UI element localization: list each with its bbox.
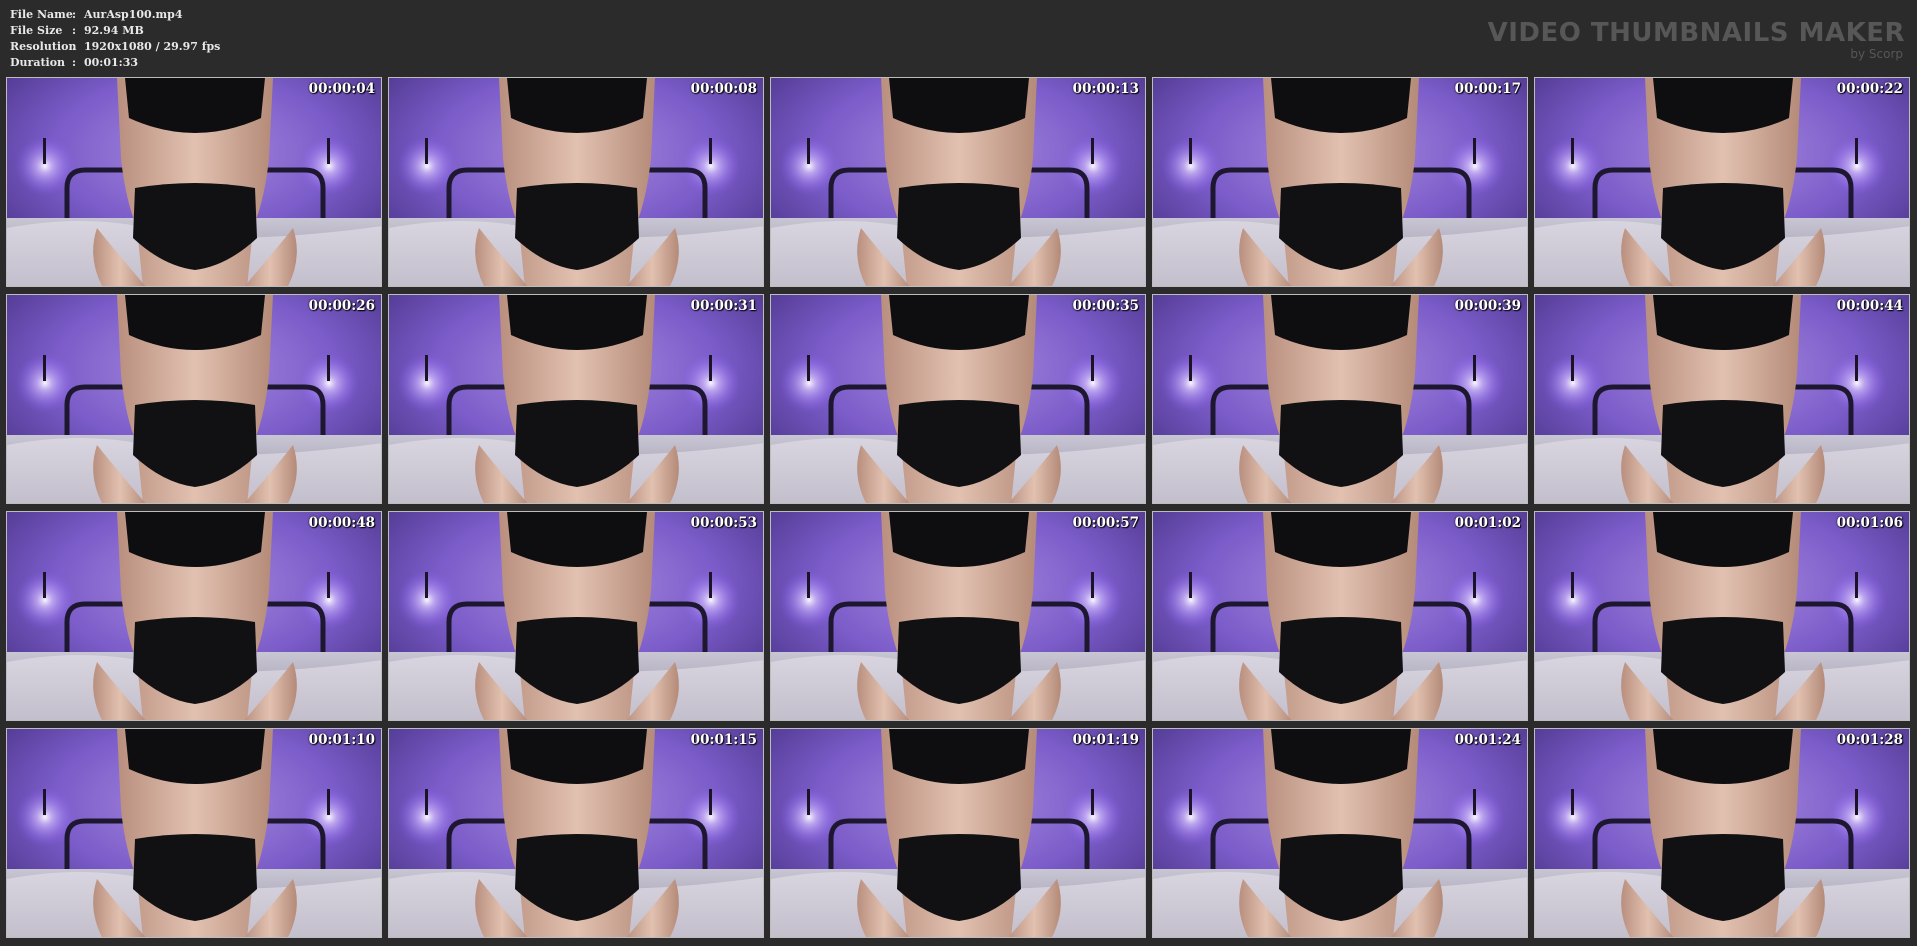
thumbnail-timestamp: 00:00:04 <box>308 81 375 97</box>
brand-watermark: VIDEO THUMBNAILS MAKER by Scorp <box>1488 18 1905 60</box>
thumbnail-timestamp: 00:01:15 <box>690 732 757 748</box>
video-thumbnail: 00:00:57 <box>770 511 1146 721</box>
thumbnail-timestamp: 00:01:28 <box>1836 732 1903 748</box>
thumbnail-timestamp: 00:01:19 <box>1072 732 1139 748</box>
video-thumbnail: 00:00:48 <box>6 511 382 721</box>
info-separator: : <box>72 40 77 53</box>
video-thumbnail: 00:01:10 <box>6 728 382 938</box>
thumbnail-sheet: File Name : AurAsp100.mp4 File Size : 92… <box>0 0 1917 946</box>
thumbnail-timestamp: 00:00:26 <box>308 298 375 314</box>
info-separator: : <box>72 24 77 37</box>
thumbnail-timestamp: 00:00:35 <box>1072 298 1139 314</box>
info-label: Duration <box>10 56 66 69</box>
thumbnail-timestamp: 00:00:08 <box>690 81 757 97</box>
file-name-value: AurAsp100.mp4 <box>84 8 183 21</box>
info-label: Resolution <box>10 40 77 53</box>
thumbnail-timestamp: 00:01:02 <box>1454 515 1521 531</box>
video-thumbnail: 00:00:04 <box>6 77 382 287</box>
duration-value: 00:01:33 <box>84 56 139 69</box>
video-thumbnail: 00:01:19 <box>770 728 1146 938</box>
thumbnail-timestamp: 00:00:48 <box>308 515 375 531</box>
thumbnail-timestamp: 00:01:06 <box>1836 515 1903 531</box>
info-label: File Size <box>10 24 63 37</box>
brand-title: VIDEO THUMBNAILS MAKER <box>1487 18 1905 48</box>
video-thumbnail: 00:00:08 <box>388 77 764 287</box>
video-thumbnail: 00:00:22 <box>1534 77 1910 287</box>
thumbnail-timestamp: 00:00:44 <box>1836 298 1903 314</box>
resolution-row: Resolution : 1920x1080 / 29.97 fps <box>10 39 220 55</box>
thumbnail-timestamp: 00:00:57 <box>1072 515 1139 531</box>
file-name-row: File Name : AurAsp100.mp4 <box>10 7 220 23</box>
video-thumbnail: 00:01:28 <box>1534 728 1910 938</box>
video-thumbnail: 00:01:06 <box>1534 511 1910 721</box>
video-thumbnail: 00:00:17 <box>1152 77 1528 287</box>
file-info-panel: File Name : AurAsp100.mp4 File Size : 92… <box>10 7 220 71</box>
video-thumbnail: 00:00:53 <box>388 511 764 721</box>
info-separator: : <box>72 8 77 21</box>
resolution-value: 1920x1080 / 29.97 fps <box>84 40 221 53</box>
thumbnail-timestamp: 00:00:39 <box>1454 298 1521 314</box>
thumbnail-grid: 00:00:04 00:00:08 00:00:13 00:00:17 00:0… <box>6 77 1910 938</box>
video-thumbnail: 00:00:26 <box>6 294 382 504</box>
video-thumbnail: 00:00:35 <box>770 294 1146 504</box>
video-thumbnail: 00:01:15 <box>388 728 764 938</box>
video-thumbnail: 00:00:44 <box>1534 294 1910 504</box>
thumbnail-timestamp: 00:00:31 <box>690 298 757 314</box>
duration-row: Duration : 00:01:33 <box>10 55 220 71</box>
file-size-row: File Size : 92.94 MB <box>10 23 220 39</box>
video-thumbnail: 00:00:31 <box>388 294 764 504</box>
video-thumbnail: 00:00:13 <box>770 77 1146 287</box>
video-thumbnail: 00:00:39 <box>1152 294 1528 504</box>
video-thumbnail: 00:01:24 <box>1152 728 1528 938</box>
thumbnail-timestamp: 00:00:22 <box>1836 81 1903 97</box>
thumbnail-timestamp: 00:01:24 <box>1454 732 1521 748</box>
info-label: File Name <box>10 8 73 21</box>
thumbnail-timestamp: 00:00:13 <box>1072 81 1139 97</box>
thumbnail-timestamp: 00:01:10 <box>308 732 375 748</box>
brand-subtitle: by Scorp <box>1850 47 1903 61</box>
file-size-value: 92.94 MB <box>84 24 144 37</box>
thumbnail-timestamp: 00:00:17 <box>1454 81 1521 97</box>
thumbnail-timestamp: 00:00:53 <box>690 515 757 531</box>
video-thumbnail: 00:01:02 <box>1152 511 1528 721</box>
info-separator: : <box>72 56 77 69</box>
